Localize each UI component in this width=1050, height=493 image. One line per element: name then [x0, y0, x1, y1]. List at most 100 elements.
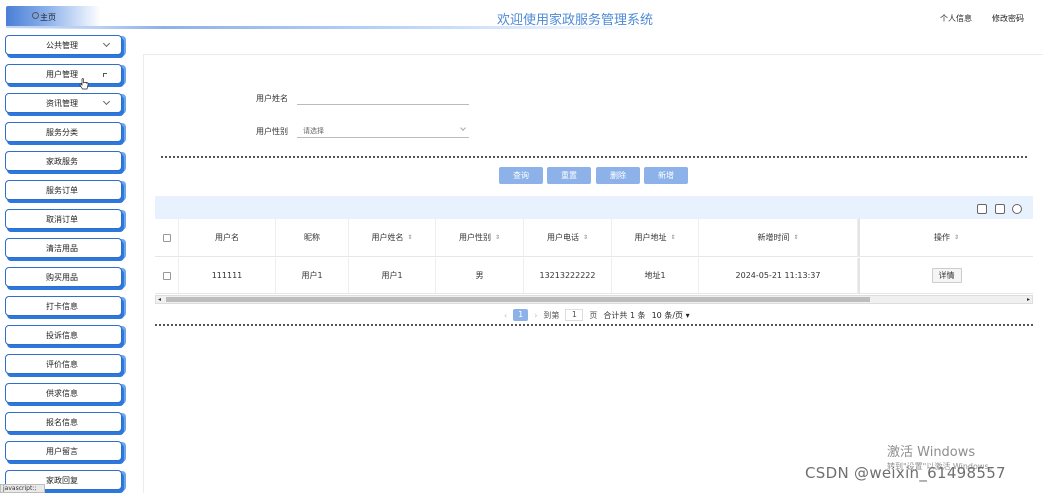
print-icon[interactable]: [1012, 204, 1022, 214]
sidebar-item-service-orders[interactable]: 服务订单: [5, 180, 122, 200]
col-username[interactable]: 用户名: [179, 219, 276, 256]
name-filter-input[interactable]: [297, 91, 469, 105]
sidebar-item-news[interactable]: 资讯管理: [5, 93, 122, 113]
gender-filter-label: 用户性别: [256, 127, 288, 136]
name-filter-label: 用户姓名: [256, 94, 288, 103]
filter-columns-icon[interactable]: [977, 204, 987, 214]
chevron-down-icon: ▾: [685, 310, 690, 320]
sidebar-item-label: 用户留言: [46, 447, 78, 456]
home-icon: [32, 12, 39, 19]
sort-icon[interactable]: ⇕: [495, 234, 500, 241]
pagination: ‹ 1 › 到第 1 页 合计共 1 条 10 条/页 ▾: [498, 308, 690, 322]
sort-icon[interactable]: ⇕: [670, 234, 675, 241]
page-size-value: 10 条/页: [651, 310, 684, 320]
goto-page-input[interactable]: 1: [565, 309, 584, 321]
row-checkbox[interactable]: [162, 271, 171, 280]
sidebar-item-label: 评价信息: [46, 360, 78, 369]
detail-button[interactable]: 详情: [931, 268, 962, 283]
select-all-cell: [155, 219, 179, 256]
horizontal-scrollbar[interactable]: ◂ ▸: [155, 295, 1033, 304]
col-label: 用户姓名: [371, 233, 404, 242]
sidebar-item-public[interactable]: 公共管理: [5, 35, 122, 55]
sidebar-item-cleaning-supplies[interactable]: 清洁用品: [5, 238, 122, 258]
cell-nickname: 用户1: [276, 258, 349, 293]
page-number[interactable]: 1: [513, 309, 529, 321]
cell-gender: 男: [436, 258, 524, 293]
select-all-checkbox[interactable]: [162, 233, 171, 242]
sidebar-item-users[interactable]: 用户管理: [5, 64, 122, 84]
sidebar-item-buy-supplies[interactable]: 购买用品: [5, 267, 122, 287]
sidebar-item-service-category[interactable]: 服务分类: [5, 122, 122, 142]
sidebar-item-housekeeping-service[interactable]: 家政服务: [5, 151, 122, 171]
sort-icon[interactable]: ⇕: [407, 234, 412, 241]
corner-icon: [103, 73, 107, 77]
page-title: 欢迎使用家政服务管理系统: [496, 13, 653, 28]
export-icon[interactable]: [995, 204, 1005, 214]
total-count: 合计共 1 条: [603, 310, 646, 320]
col-phone[interactable]: 用户电话 ⇕: [524, 219, 612, 256]
sidebar-item-cancel-orders[interactable]: 取消订单: [5, 209, 122, 229]
table-row[interactable]: 111111 用户1 用户1 男 13213222222 地址1 2024-05…: [155, 258, 1033, 294]
reset-button[interactable]: 重置: [547, 167, 591, 184]
col-label: 新增时间: [757, 233, 790, 242]
sidebar-item-label: 投诉信息: [46, 331, 78, 340]
scrollbar-thumb[interactable]: [166, 297, 870, 302]
sidebar-item-label: 服务订单: [46, 186, 78, 195]
sidebar-item-user-messages[interactable]: 用户留言: [5, 441, 122, 461]
change-password-link[interactable]: 修改密码: [992, 13, 1024, 24]
sidebar-item-supply-demand[interactable]: 供求信息: [5, 383, 122, 403]
cell-address: 地址1: [612, 258, 699, 293]
profile-link[interactable]: 个人信息: [940, 13, 972, 24]
cell-created: 2024-05-21 11:13:37: [699, 258, 858, 293]
sidebar: 公共管理 用户管理 资讯管理 服务分类 家政服务 服务订单 取消订单 清洁用品 …: [0, 32, 128, 493]
col-realname[interactable]: 用户姓名 ⇕: [349, 219, 436, 256]
sort-icon[interactable]: ⇕: [954, 234, 959, 241]
col-label: 昵称: [304, 233, 320, 242]
delete-button[interactable]: 删除: [596, 167, 640, 184]
home-label[interactable]: 主页: [40, 12, 56, 23]
sidebar-item-registrations[interactable]: 报名信息: [5, 412, 122, 432]
prev-page-icon[interactable]: ‹: [504, 311, 507, 320]
next-page-icon[interactable]: ›: [534, 311, 537, 320]
col-label: 操作: [933, 233, 950, 242]
csdn-watermark: CSDN @weixin_61498557: [805, 464, 1006, 482]
sort-icon[interactable]: ⇕: [583, 234, 588, 241]
sidebar-item-reviews[interactable]: 评价信息: [5, 354, 122, 374]
add-button[interactable]: 新增: [644, 167, 688, 184]
sidebar-item-label: 用户管理: [46, 70, 78, 79]
sort-icon[interactable]: ⇕: [793, 234, 798, 241]
sidebar-item-complaints[interactable]: 投诉信息: [5, 325, 122, 345]
col-address[interactable]: 用户地址 ⇕: [612, 219, 699, 256]
cell-phone: 13213222222: [524, 258, 612, 293]
page-size-select[interactable]: 10 条/页 ▾: [652, 310, 690, 321]
col-label: 用户电话: [546, 233, 579, 242]
page-unit-label: 页: [589, 310, 598, 320]
cell-realname: 用户1: [349, 258, 436, 293]
col-actions[interactable]: 操作 ⇕: [858, 219, 1033, 256]
sidebar-item-label: 报名信息: [46, 418, 78, 427]
divider: [155, 324, 1033, 326]
sidebar-item-label: 清洁用品: [46, 244, 78, 253]
sidebar-item-label: 公共管理: [46, 41, 78, 50]
col-gender[interactable]: 用户性别 ⇕: [436, 219, 524, 256]
col-label: 用户性别: [458, 233, 491, 242]
sidebar-item-checkin[interactable]: 打卡信息: [5, 296, 122, 316]
sidebar-item-label: 取消订单: [46, 215, 78, 224]
query-button[interactable]: 查询: [499, 167, 543, 184]
sidebar-item-label: 打卡信息: [46, 302, 78, 311]
goto-label: 到第: [543, 310, 560, 320]
cell-actions: 详情: [858, 258, 1033, 293]
scroll-left-icon[interactable]: ◂: [158, 296, 161, 303]
row-select-cell: [155, 258, 179, 293]
cell-username: 111111: [179, 258, 276, 293]
gender-select-placeholder: 请选择: [303, 127, 324, 135]
scroll-right-icon[interactable]: ▸: [1027, 296, 1030, 303]
sidebar-item-label: 购买用品: [46, 273, 78, 282]
hand-cursor-icon: [79, 78, 89, 90]
sidebar-item-label: 供求信息: [46, 389, 78, 398]
col-created[interactable]: 新增时间 ⇕: [699, 219, 858, 256]
table-header: 用户名 昵称 用户姓名 ⇕ 用户性别 ⇕ 用户电话 ⇕ 用户地址 ⇕ 新增时间 ⇕ 操作 ⇕: [155, 219, 1033, 257]
col-nickname[interactable]: 昵称: [276, 219, 349, 256]
sidebar-item-label: 资讯管理: [46, 99, 78, 108]
sidebar-item-label: 家政服务: [46, 157, 78, 166]
